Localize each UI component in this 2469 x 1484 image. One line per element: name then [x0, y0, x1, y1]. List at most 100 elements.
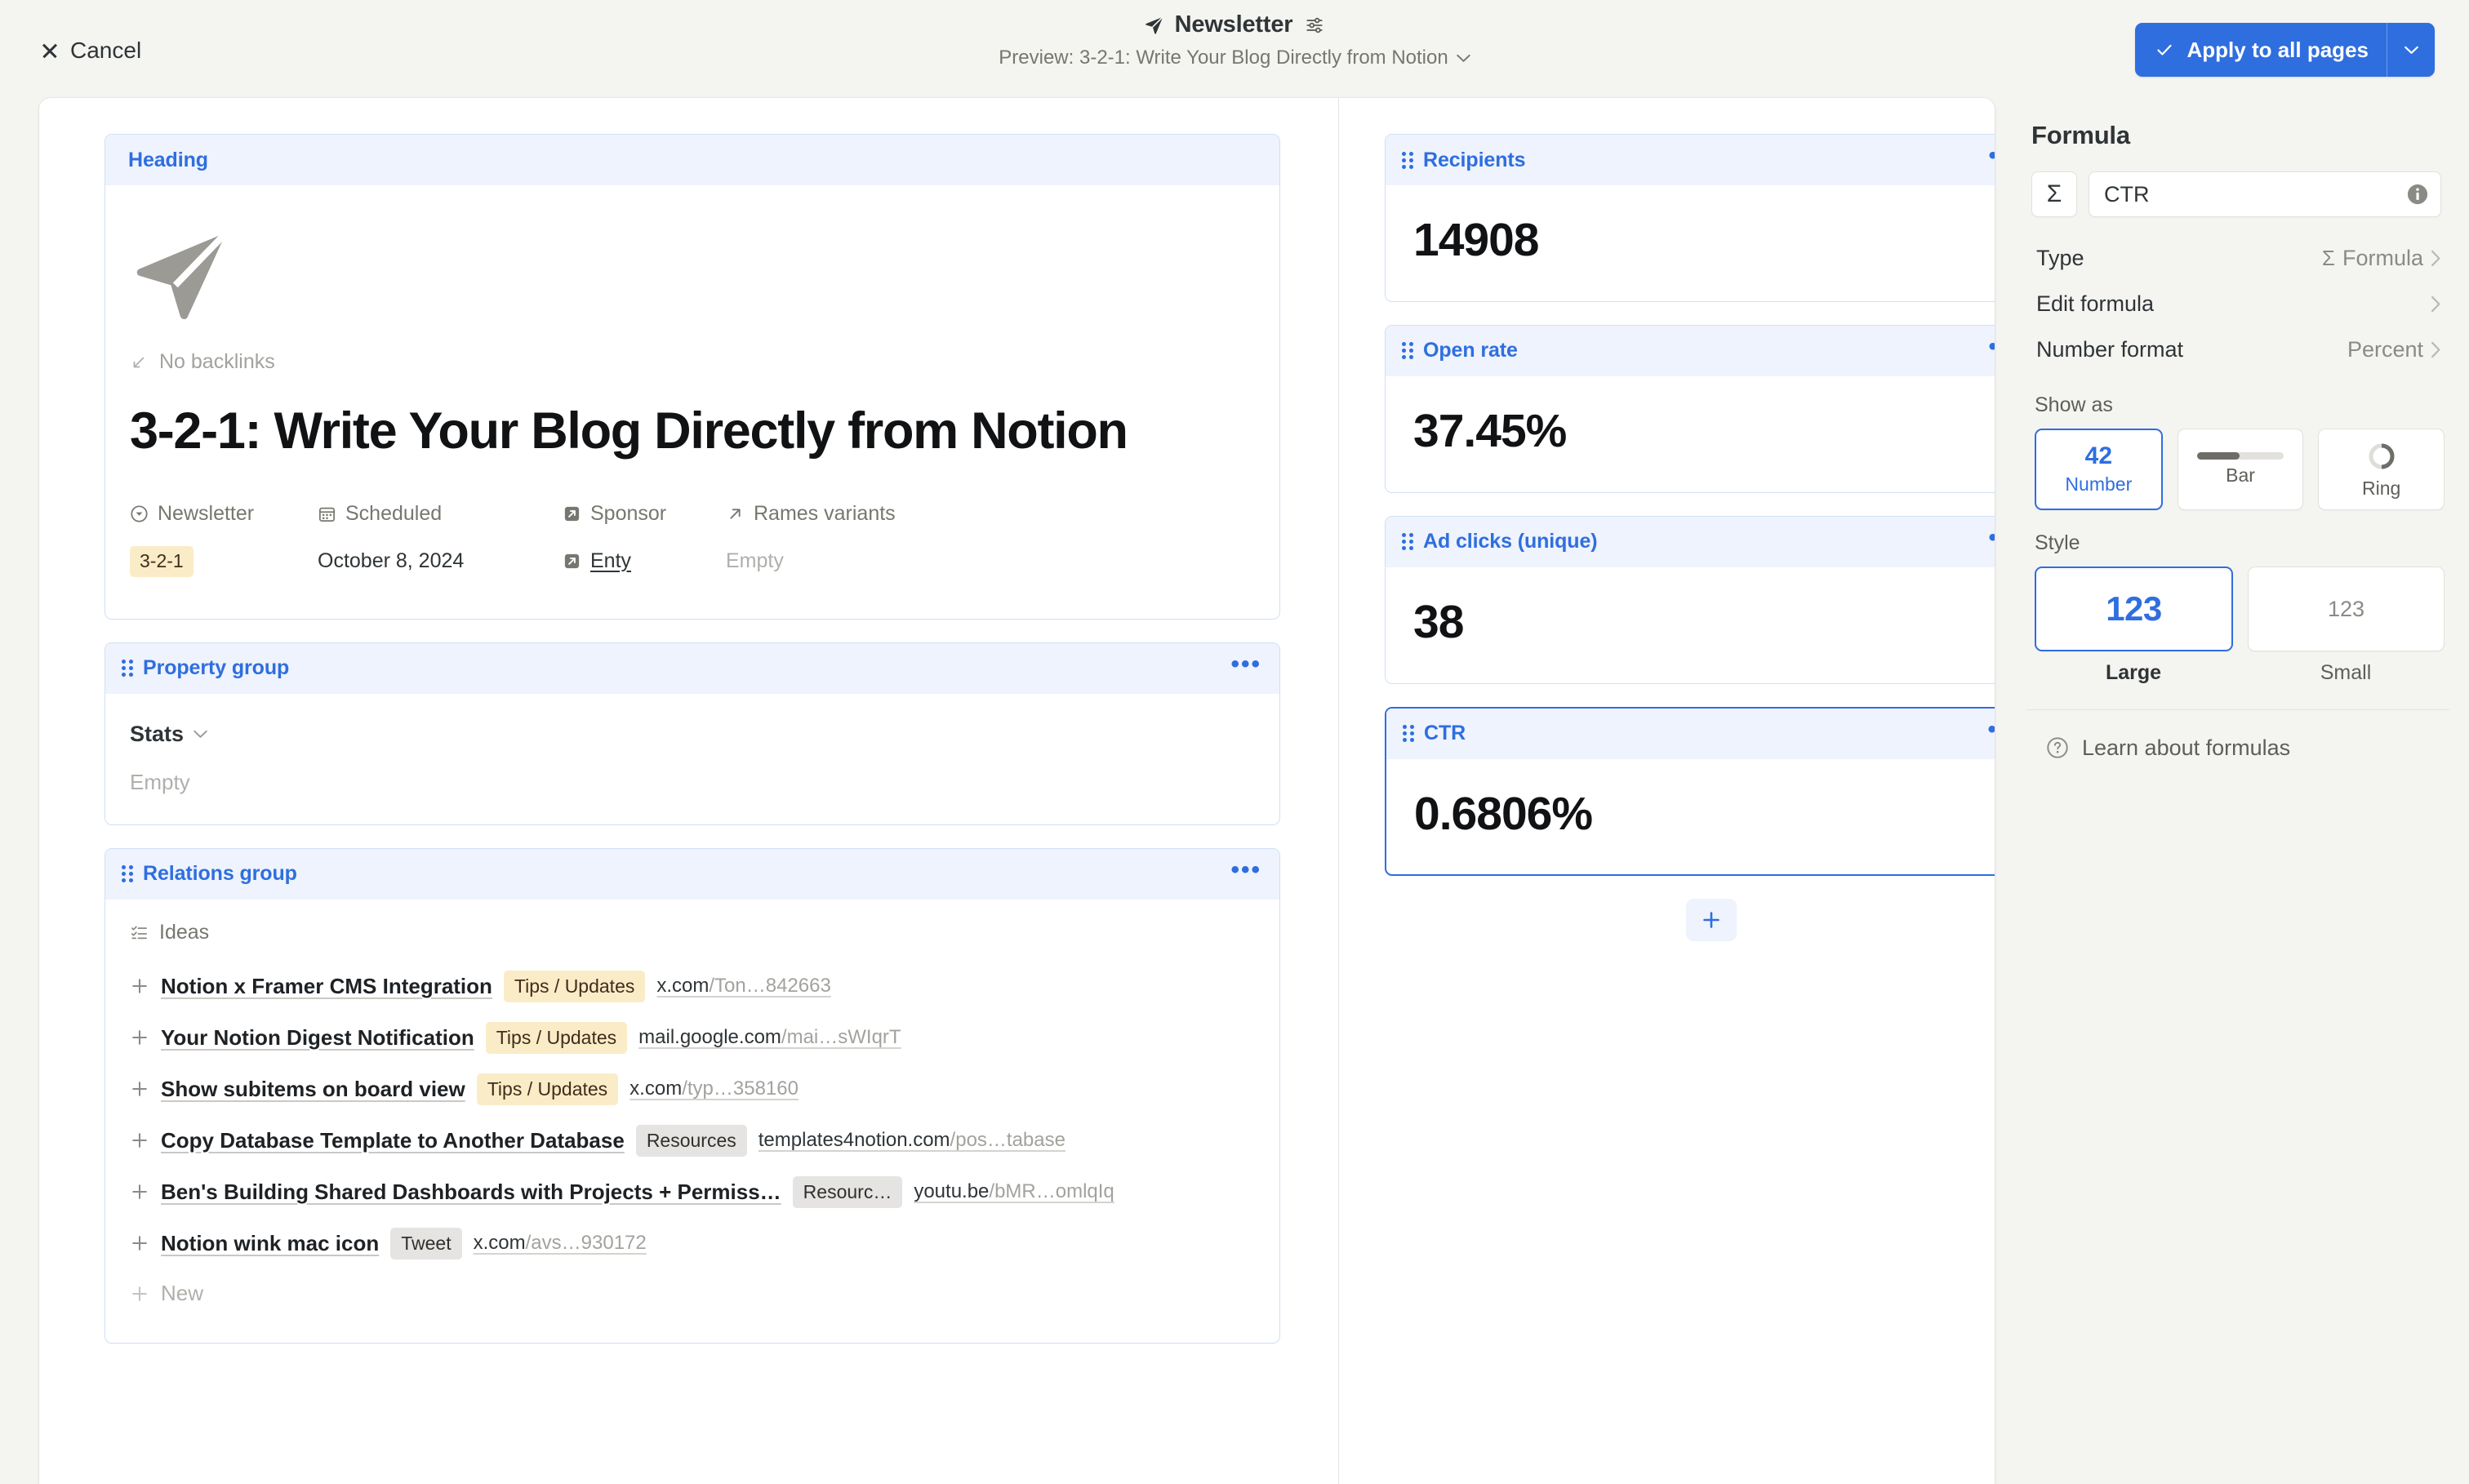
property-sponsor[interactable]: Sponsor Enty [563, 496, 726, 583]
page-title[interactable]: 3-2-1: Write Your Blog Directly from Not… [130, 402, 1216, 462]
ideas-section-header[interactable]: Ideas [130, 921, 1255, 944]
relation-title[interactable]: Notion wink mac icon [161, 1231, 379, 1256]
apply-to-all-pages-button[interactable]: Apply to all pages [2134, 23, 2435, 77]
relation-row[interactable]: Notion x Framer CMS Integration Tips / Up… [130, 961, 1255, 1012]
setting-row-edit-formula[interactable]: Edit formula [2026, 281, 2449, 327]
relation-url[interactable]: mail.google.com/mai…sWIqrT [638, 1026, 901, 1049]
relations-group-header[interactable]: Relations group ••• [105, 848, 1279, 900]
ellipsis-icon[interactable]: ••• [1987, 717, 1995, 750]
relation-row[interactable]: Show subitems on board view Tips / Update… [130, 1064, 1255, 1115]
apply-options-dropdown[interactable] [2387, 23, 2435, 77]
property-value-row[interactable]: Empty [726, 540, 971, 583]
ellipsis-icon[interactable]: ••• [1230, 651, 1261, 685]
stat-card-body: 38 [1386, 567, 1995, 683]
relation-url-domain: youtu.be [914, 1180, 990, 1203]
relation-title[interactable]: Ben's Building Shared Dashboards with Pr… [161, 1180, 781, 1205]
plus-icon[interactable] [130, 1182, 149, 1202]
heading-group-header[interactable]: Heading [105, 135, 1279, 185]
stat-card-label: Ad clicks (unique) [1423, 530, 1598, 553]
stat-card-header[interactable]: Open rate ••• [1386, 325, 1995, 376]
plus-icon[interactable] [130, 1028, 149, 1047]
relation-row[interactable]: Copy Database Template to Another Databa… [130, 1115, 1255, 1166]
drag-handle-icon[interactable] [1403, 725, 1416, 743]
paper-plane-icon[interactable] [130, 223, 236, 329]
relation-url[interactable]: x.com/typ…358160 [629, 1077, 799, 1100]
ellipsis-icon[interactable]: ••• [1230, 857, 1261, 891]
relation-url-path: /pos…tabase [950, 1129, 1065, 1152]
show-as-ring-option[interactable]: Ring [2318, 429, 2445, 510]
property-value-row[interactable]: Enty [563, 540, 726, 583]
ellipsis-icon[interactable]: ••• [1988, 525, 1995, 558]
ellipsis-icon[interactable]: ••• [1988, 144, 1995, 176]
relation-title[interactable]: Notion x Framer CMS Integration [161, 974, 492, 999]
ellipsis-icon[interactable]: ••• [1988, 334, 1995, 367]
backlinks-label: No backlinks [159, 350, 275, 373]
stat-card-body: 37.45% [1386, 376, 1995, 492]
drag-handle-icon[interactable] [122, 865, 135, 883]
style-small-option[interactable]: 123 [2248, 566, 2445, 651]
relation-url[interactable]: x.com/avs…930172 [474, 1232, 647, 1255]
relation-row[interactable]: Notion wink mac icon Tweet x.com/avs…93017… [130, 1218, 1255, 1269]
drag-handle-icon[interactable] [1402, 342, 1415, 360]
show-as-bar-option[interactable]: Bar [2177, 429, 2304, 510]
setting-row-type[interactable]: Type Σ Formula [2026, 235, 2449, 281]
property-name-field[interactable] [2089, 171, 2441, 217]
property-name-row: Σ [2007, 150, 2469, 217]
sliders-icon[interactable] [1304, 15, 1325, 36]
property-group-body: Stats Empty [105, 694, 1279, 824]
preview-selector[interactable]: Preview: 3-2-1: Write Your Blog Directly… [999, 47, 1470, 69]
stat-card-header[interactable]: Ad clicks (unique) ••• [1386, 516, 1995, 567]
relation-title[interactable]: Copy Database Template to Another Databa… [161, 1128, 625, 1153]
property-group-header[interactable]: Property group ••• [105, 642, 1279, 694]
plus-icon[interactable] [130, 1131, 149, 1150]
drag-handle-icon[interactable] [1402, 533, 1415, 551]
backlinks-indicator[interactable]: No backlinks [130, 350, 1255, 374]
drag-handle-icon[interactable] [1402, 151, 1415, 169]
apply-button-label: Apply to all pages [2187, 37, 2369, 62]
stat-card-header[interactable]: Recipients ••• [1386, 135, 1995, 185]
info-icon[interactable] [2406, 183, 2429, 206]
page-properties: Newsletter 3-2-1 Scheduled October 8, 20… [130, 496, 1255, 583]
property-value-row[interactable]: October 8, 2024 [318, 540, 563, 583]
style-large-option[interactable]: 123 [2035, 566, 2233, 651]
top-bar: Cancel Newsletter Preview: 3-2-1: Write … [0, 0, 2469, 98]
property-scheduled[interactable]: Scheduled October 8, 2024 [318, 496, 563, 583]
show-as-number-option[interactable]: 42 Number [2035, 429, 2163, 510]
heading-group-body: No backlinks 3-2-1: Write Your Blog Dire… [105, 185, 1279, 619]
stat-card-header[interactable]: CTR ••• [1386, 708, 1995, 759]
plus-icon[interactable] [130, 1079, 149, 1099]
stat-card[interactable]: Open rate ••• 37.45% [1385, 324, 1995, 493]
plus-icon[interactable] [130, 1233, 149, 1253]
stat-card[interactable]: Ad clicks (unique) ••• 38 [1385, 515, 1995, 684]
property-newsletter[interactable]: Newsletter 3-2-1 [130, 496, 318, 583]
sigma-icon[interactable]: Σ [2031, 171, 2077, 217]
apply-main-area[interactable]: Apply to all pages [2135, 23, 2387, 77]
setting-row-number-format[interactable]: Number format Percent [2026, 327, 2449, 372]
stat-card[interactable]: CTR ••• 0.6806% [1385, 706, 1995, 877]
left-column: Heading No backlinks 3-2-1: Write Your B… [105, 134, 1280, 1344]
add-new-relation-row[interactable]: New [130, 1269, 1255, 1318]
relation-url[interactable]: x.com/Ton…842663 [656, 975, 830, 997]
add-stat-button[interactable] [1686, 899, 1737, 942]
relation-title[interactable]: Your Notion Digest Notification [161, 1025, 474, 1051]
property-name-input[interactable] [2104, 181, 2406, 207]
relation-row[interactable]: Ben's Building Shared Dashboards with Pr… [130, 1166, 1255, 1218]
relation-url[interactable]: youtu.be/bMR…omlqIq [914, 1180, 1114, 1203]
drag-handle-icon[interactable] [122, 660, 135, 678]
relation-category-chip: Resourc… [792, 1175, 903, 1208]
relation-url-domain: x.com [629, 1077, 683, 1100]
learn-about-formulas-link[interactable]: Learn about formulas [2026, 725, 2449, 771]
relation-url[interactable]: templates4notion.com/pos…tabase [758, 1129, 1065, 1152]
stat-card-value: 14908 [1413, 214, 1540, 266]
relations-group-label: Relations group [143, 862, 297, 886]
property-value-row[interactable]: 3-2-1 [130, 540, 318, 583]
stat-card[interactable]: Recipients ••• 14908 [1385, 134, 1995, 302]
relation-title[interactable]: Show subitems on board view [161, 1077, 465, 1102]
learn-label: Learn about formulas [2082, 735, 2291, 760]
property-rames-variants[interactable]: Rames variants Empty [726, 496, 971, 583]
show-as-label: Show as [2035, 393, 2113, 416]
plus-icon[interactable] [130, 976, 149, 996]
relation-link[interactable]: Enty [590, 549, 631, 573]
relation-row[interactable]: Your Notion Digest Notification Tips / Up… [130, 1012, 1255, 1064]
stats-toggle[interactable]: Stats [130, 722, 1255, 747]
